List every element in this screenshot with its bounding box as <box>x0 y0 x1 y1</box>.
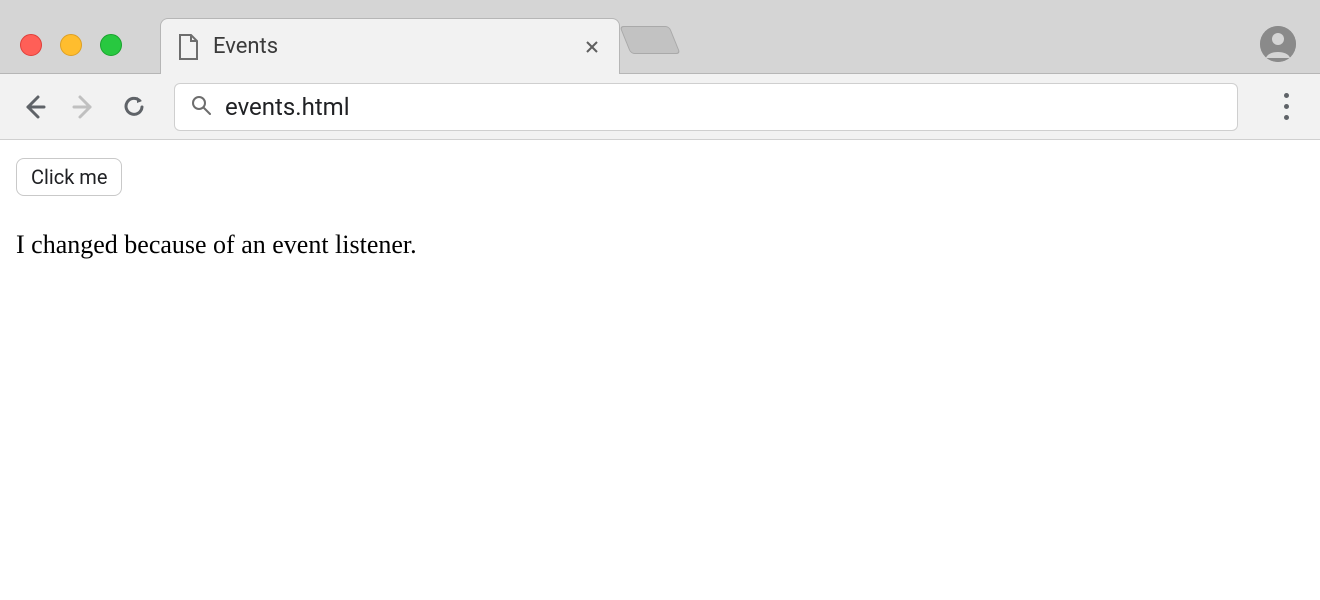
profile-button[interactable] <box>1260 26 1296 62</box>
back-button[interactable] <box>14 87 54 127</box>
search-icon <box>191 95 211 119</box>
click-me-button[interactable]: Click me <box>16 158 122 196</box>
result-paragraph: I changed because of an event listener. <box>16 230 1304 260</box>
page-content: Click me I changed because of an event l… <box>0 140 1320 600</box>
toolbar <box>0 74 1320 140</box>
file-icon <box>177 34 199 60</box>
tab-title: Events <box>213 34 567 59</box>
browser-window: Events <box>0 0 1320 600</box>
address-bar[interactable] <box>174 83 1238 131</box>
new-tab-button[interactable] <box>619 26 680 54</box>
window-fullscreen-button[interactable] <box>100 34 122 56</box>
window-minimize-button[interactable] <box>60 34 82 56</box>
kebab-icon <box>1284 93 1289 120</box>
window-controls <box>20 34 122 56</box>
address-input[interactable] <box>225 93 1221 121</box>
reload-button[interactable] <box>114 87 154 127</box>
tab-strip: Events <box>0 0 1320 74</box>
forward-button[interactable] <box>64 87 104 127</box>
browser-tab[interactable]: Events <box>160 18 620 74</box>
browser-menu-button[interactable] <box>1266 87 1306 127</box>
tab-close-button[interactable] <box>581 31 603 63</box>
window-close-button[interactable] <box>20 34 42 56</box>
